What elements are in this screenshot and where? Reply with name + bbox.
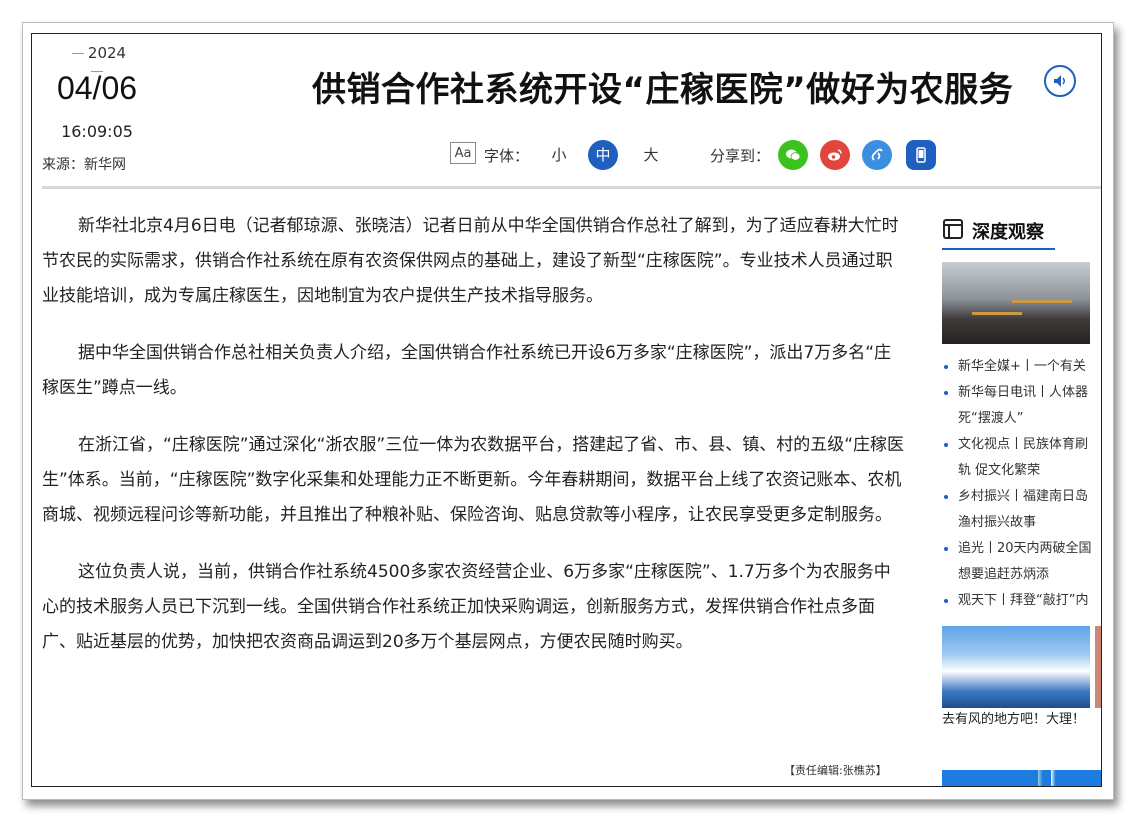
font-large-button[interactable]: 大 bbox=[636, 140, 666, 170]
sidebar-link-continued[interactable]: 轨 促文化繁荣 bbox=[942, 458, 1101, 484]
promo-banner[interactable] bbox=[942, 770, 1101, 786]
page-title: 供销合作社系统开设“庄稼医院”做好为农服务 bbox=[312, 70, 1014, 110]
book-icon bbox=[943, 219, 963, 239]
next-image-edge bbox=[1095, 626, 1101, 708]
image-caption[interactable]: 去有风的地方吧！大理！ bbox=[942, 710, 1092, 730]
article-body: 新华社北京4月6日电（记者郁琼源、张晓洁）记者日前从中华全国供销合作总社了解到，… bbox=[42, 209, 906, 682]
article-paragraph: 在浙江省，“庄稼医院”通过深化“浙农服”三位一体为农数据平台，搭建起了省、市、县… bbox=[42, 435, 905, 525]
wechat-icon[interactable] bbox=[778, 140, 808, 170]
weibo-icon[interactable] bbox=[820, 140, 850, 170]
responsible-editor: 【责任编辑:张樵苏】 bbox=[784, 764, 887, 777]
font-medium-button[interactable]: 中 bbox=[588, 140, 618, 170]
sidebar-title: 深度观察 bbox=[972, 222, 1044, 243]
sidebar-link-continued[interactable]: 渔村振兴故事 bbox=[942, 510, 1101, 536]
article-paragraph: 据中华全国供销合作总社相关负责人介绍，全国供销合作社系统已开设6万多家“庄稼医院… bbox=[42, 343, 892, 398]
sidebar-link[interactable]: 文化视点丨民族体育刷 bbox=[942, 432, 1101, 458]
speaker-icon[interactable] bbox=[1044, 65, 1076, 97]
sidebar-link[interactable]: 新华全媒+丨一个有关 bbox=[942, 354, 1101, 380]
feature-image[interactable] bbox=[942, 262, 1090, 344]
sidebar-link[interactable]: 观天下丨拜登“敲打”内 bbox=[942, 588, 1101, 614]
sidebar-link[interactable]: 追光丨20天内两破全国 bbox=[942, 536, 1101, 562]
link-icon[interactable] bbox=[862, 140, 892, 170]
header-divider bbox=[42, 186, 1101, 189]
sidebar: 深度观察 新华全媒+丨一个有关 新华每日电讯丨人体器 死“摆渡人” 文化视点丨民… bbox=[942, 214, 1101, 786]
article-source: 来源：新华网 bbox=[42, 157, 126, 173]
article-paragraph: 这位负责人说，当前，供销合作社系统4500多家农资经营企业、6万多家“庄稼医院”… bbox=[42, 562, 891, 652]
sidebar-link-continued[interactable]: 想要追赶苏炳添 bbox=[942, 562, 1101, 588]
publish-time: 16:09:05 bbox=[61, 122, 133, 141]
mobile-icon[interactable] bbox=[906, 140, 936, 170]
travel-image[interactable] bbox=[942, 626, 1090, 708]
article-page: 2024 04/06 16:09:05 来源：新华网 供销合作社系统开设“庄稼医… bbox=[31, 33, 1102, 787]
sidebar-link[interactable]: 乡村振兴丨福建南日岛 bbox=[942, 484, 1101, 510]
sidebar-list: 新华全媒+丨一个有关 新华每日电讯丨人体器 死“摆渡人” 文化视点丨民族体育刷 … bbox=[942, 354, 1101, 614]
sidebar-link[interactable]: 新华每日电讯丨人体器 bbox=[942, 380, 1101, 406]
sidebar-header: 深度观察 bbox=[942, 214, 1055, 250]
font-size-icon: Aa bbox=[450, 142, 476, 164]
sidebar-link-continued[interactable]: 死“摆渡人” bbox=[942, 406, 1101, 432]
publish-date: 04/06 bbox=[56, 70, 138, 106]
article-paragraph: 新华社北京4月6日电（记者郁琼源、张晓洁）记者日前从中华全国供销合作总社了解到，… bbox=[42, 216, 899, 306]
font-size-label: 字体： bbox=[484, 147, 530, 165]
font-small-button[interactable]: 小 bbox=[544, 140, 574, 170]
share-label: 分享到： bbox=[710, 147, 771, 165]
